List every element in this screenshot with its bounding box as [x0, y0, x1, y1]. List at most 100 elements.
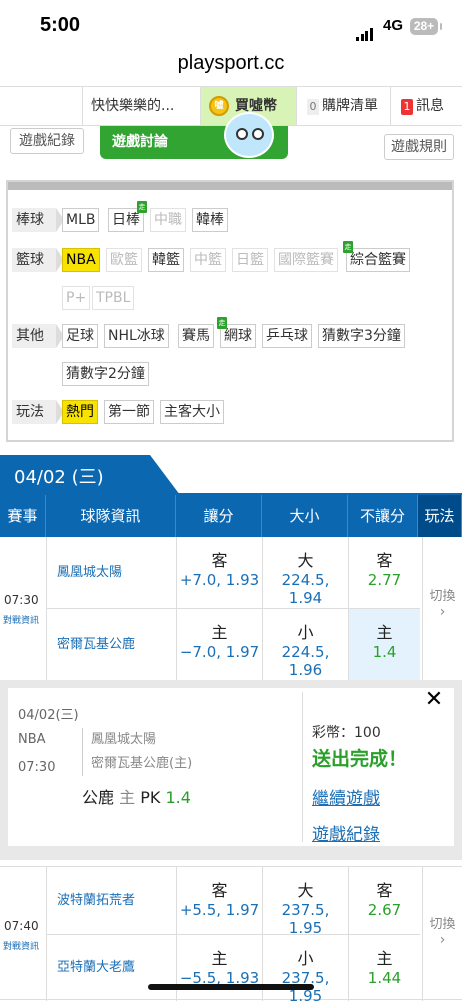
header-total: 大小 [262, 495, 348, 537]
odds-side: 大 [297, 881, 314, 900]
chip-mixed-basketball[interactable]: 綜合籃賽走 [343, 241, 410, 272]
filter-label-other: 其他 [12, 324, 64, 348]
bet-confirmation-card: 04/02(三) NBA 07:30 鳳凰城太陽 密爾瓦基公鹿(主) 公鹿 主 … [8, 688, 454, 846]
chip-tpbl[interactable]: TPBL [92, 286, 135, 310]
away-team[interactable]: 鳳凰城太陽 [46, 537, 176, 609]
odds-side: 主 [376, 623, 393, 642]
status-bar: 5:00 4G 28+ [0, 0, 462, 46]
over-cell[interactable]: 大 224.5, 1.94 [262, 537, 348, 609]
chip-horse-racing[interactable]: 賽馬 [178, 324, 214, 348]
away-spread-cell[interactable]: 客 +7.0, 1.93 [176, 537, 262, 609]
game-rules-button[interactable]: 遊戲規則 [384, 134, 454, 160]
odds-value: +5.5, 1.97 [179, 901, 260, 919]
away-spread-cell[interactable]: 客 +5.5, 1.97 [176, 867, 262, 935]
chip-guess-3min[interactable]: 猜數字3分鐘 [318, 324, 405, 348]
pick-type: PK [140, 788, 161, 807]
game-time: 07:30 [4, 593, 39, 607]
bet-confirmation-panel: 04/02(三) NBA 07:30 鳳凰城太陽 密爾瓦基公鹿(主) 公鹿 主 … [0, 680, 462, 860]
home-spread-cell[interactable]: 主 −5.5, 1.93 [176, 935, 262, 1001]
chip-p-plus[interactable]: P+ [62, 286, 91, 310]
game-row: 07:40 對戰資訊 波特蘭拓荒者 亞特蘭大老鷹 客 +5.5, 1.97 主 −5… [0, 866, 462, 1005]
switch-button[interactable]: 切換 › [422, 537, 462, 681]
buy-coins-label: 買噓幣 [235, 98, 277, 114]
away-moneyline-cell[interactable]: 客 2.67 [348, 867, 420, 935]
continue-game-link[interactable]: 繼續遊戲 [312, 784, 380, 809]
game-history-link[interactable]: 遊戲紀錄 [312, 820, 380, 845]
chip-home-away-total[interactable]: 主客大小 [160, 400, 224, 424]
away-moneyline-cell[interactable]: 客 2.77 [348, 537, 420, 609]
chip-cn-basketball[interactable]: 中籃 [190, 248, 226, 272]
matchup-info-link[interactable]: 對戰資訊 [3, 939, 39, 952]
pick-side: 主 [119, 788, 136, 807]
odds-side: 主 [211, 949, 228, 968]
chevron-right-icon: › [439, 932, 446, 948]
close-icon[interactable]: ✕ [420, 686, 448, 714]
user-name[interactable]: 快快樂樂的... [82, 87, 200, 125]
odds-side: 主 [211, 623, 228, 642]
game-row: 07:30 對戰資訊 鳳凰城太陽 密爾瓦基公鹿 客 +7.0, 1.93 主 −7.… [0, 537, 462, 681]
browser-url[interactable]: playsport.cc [0, 52, 462, 75]
chip-label: 綜合籃賽 [350, 252, 406, 268]
switch-button[interactable]: 切換 › [422, 867, 462, 1001]
under-cell[interactable]: 小 224.5, 1.96 [262, 609, 348, 681]
chip-nba[interactable]: NBA [62, 248, 100, 272]
odds-table-header: 賽事 球隊資訊 讓分 大小 不讓分 玩法 [0, 495, 462, 537]
home-moneyline-cell[interactable]: 主 1.44 [348, 935, 420, 1001]
odds-side: 小 [297, 623, 314, 642]
home-team[interactable]: 密爾瓦基公鹿 [46, 609, 176, 681]
home-team[interactable]: 亞特蘭大老鷹 [46, 935, 176, 1001]
chip-cpbl[interactable]: 中職 [150, 208, 186, 232]
odds-side: 客 [211, 881, 228, 900]
live-tag: 走 [343, 241, 353, 253]
messages-label: 訊息 [416, 98, 444, 114]
odds-value: 2.67 [367, 901, 402, 919]
chip-jp-basketball[interactable]: 日籃 [232, 248, 268, 272]
league-filter-panel: 棒球 MLB 日棒走 中職 韓棒 籃球 NBA 歐籃 韓籃 中籃 日籃 國際籃賽… [6, 180, 454, 442]
popup-teams: 鳳凰城太陽 密爾瓦基公鹿(主) [82, 728, 192, 776]
chip-intl-basketball[interactable]: 國際籃賽 [274, 248, 338, 272]
mascot-icon [224, 112, 274, 158]
chip-first-quarter[interactable]: 第一節 [104, 400, 154, 424]
chip-nhl[interactable]: NHL冰球 [104, 324, 169, 348]
matchup-info-link[interactable]: 對戰資訊 [3, 613, 39, 626]
game-history-button[interactable]: 遊戲紀錄 [10, 128, 84, 154]
odds-side: 大 [297, 551, 314, 570]
over-cell[interactable]: 大 237.5, 1.95 [262, 867, 348, 937]
switch-label: 切換 [429, 589, 456, 604]
odds-value: 1.4 [372, 643, 397, 661]
game-time: 07:40 [4, 919, 39, 933]
header-event: 賽事 [0, 495, 46, 537]
chip-mlb[interactable]: MLB [62, 208, 100, 232]
away-team[interactable]: 波特蘭拓荒者 [46, 867, 176, 935]
popup-date: 04/02(三) [18, 708, 79, 723]
home-moneyline-cell-selected[interactable]: 主 1.4 [348, 609, 420, 681]
cart-count: 0 [307, 99, 319, 115]
date-tab[interactable]: 04/02 (三) [0, 455, 180, 495]
chip-kbo[interactable]: 韓棒 [192, 208, 228, 232]
cart-label: 購牌清單 [322, 98, 378, 114]
odds-value: +7.0, 1.93 [179, 571, 260, 589]
chevron-right-icon: › [439, 604, 446, 620]
odds-value: 237.5, 1.95 [281, 901, 330, 937]
chip-soccer[interactable]: 足球 [62, 324, 98, 348]
chip-kr-basketball[interactable]: 韓籃 [148, 248, 184, 272]
odds-side: 客 [376, 881, 393, 900]
messages-button[interactable]: 1 訊息 [390, 87, 462, 125]
cart-button[interactable]: 0 購牌清單 [296, 87, 390, 125]
under-cell[interactable]: 小 237.5, 1.95 [262, 935, 348, 1005]
header-spread: 讓分 [176, 495, 262, 537]
battery-icon: 28+ [410, 18, 442, 35]
chip-jp-baseball[interactable]: 日棒走 [108, 201, 147, 232]
chip-hot[interactable]: 熱門 [62, 400, 98, 424]
chip-tennis[interactable]: 網球走 [217, 317, 256, 348]
chip-euro-basketball[interactable]: 歐籃 [106, 248, 142, 272]
pick-team: 公鹿 [82, 788, 115, 807]
header-moneyline: 不讓分 [348, 495, 418, 537]
header-play[interactable]: 玩法 [418, 495, 462, 537]
chip-table-tennis[interactable]: 乒乓球 [262, 324, 312, 348]
chip-label: 日棒 [112, 212, 140, 228]
popup-coins: 彩幣：100 [312, 725, 381, 741]
chip-guess-2min[interactable]: 猜數字2分鐘 [62, 362, 149, 386]
home-spread-cell[interactable]: 主 −7.0, 1.97 [176, 609, 262, 681]
home-indicator[interactable] [148, 984, 314, 990]
